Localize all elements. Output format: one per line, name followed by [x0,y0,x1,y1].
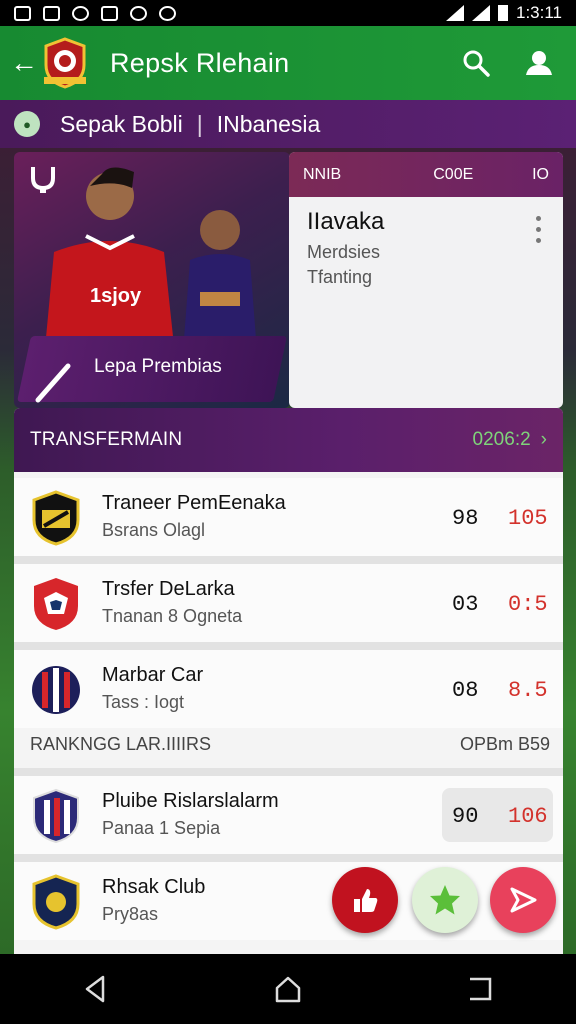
club-name: Rhsak Club [102,876,206,898]
divider [14,854,563,862]
stat-value-highlight: 105 [508,506,548,531]
divider [14,556,563,564]
club-crest-icon [32,874,80,930]
back-icon[interactable] [81,974,111,1004]
stat-value: 08 [452,678,479,703]
home-icon[interactable] [273,974,303,1004]
app-bar: ← Repsk Rlehain [0,26,576,100]
chevron-right-icon: › [540,429,547,450]
info-head-col-1: NNIB [303,165,342,183]
info-subtitle: Merdsies [307,242,381,262]
hero-caption: Lepa Prembias [94,356,222,377]
send-icon [510,887,537,913]
info-head-col-3: IO [532,165,549,183]
gallery-icon [43,5,60,21]
favorite-button[interactable] [412,867,478,933]
transfer-link-text: 0206:2 [472,429,531,450]
list-item[interactable]: Marbar Car Tass : Iogt 08 8.5 [14,650,563,728]
info-name: IIavaka [307,208,385,235]
thumbs-up-icon [354,889,378,912]
status-bar: 1:3:11 [0,0,576,26]
club-detail: Tnanan 8 Ogneta [102,606,243,626]
league-badge-icon: ● [14,111,40,137]
status-time: 1:3:11 [515,3,562,22]
league-bar[interactable]: ● Sepak Bobli | INbanesia [0,100,576,148]
info-card-header: NNIB C00E IO [289,152,563,197]
divider [14,642,563,650]
club-detail: Pry8as [102,904,159,924]
feather-icon [35,363,71,403]
club-logo [44,37,86,89]
stat-value-highlight: 0:5 [508,592,548,617]
cup-icon [31,167,55,193]
club-crest-icon [34,578,78,630]
system-nav-bar [0,954,576,1024]
list-item[interactable]: Pluibe Rislarslalarm Panaa 1 Sepia 90 10… [14,776,563,854]
more-options-icon[interactable] [536,216,541,243]
list-item[interactable]: Traneer PemEenaka Bsrans Olagl 98 105 [14,478,563,556]
list-item[interactable]: Rhsak Club Pry8as [14,862,563,940]
club-crest-icon [32,490,80,546]
club-crest-icon [33,788,79,844]
divider [14,768,563,776]
settings-icon [72,5,89,21]
club-name: Marbar Car [102,664,204,686]
club-name: Trsfer DeLarka [102,578,235,600]
info-head-col-2: C00E [433,165,474,183]
share-button[interactable] [490,867,556,933]
club-detail: Panaa 1 Sepia [102,818,221,838]
stat-value-highlight: 106 [508,804,548,829]
star-icon [430,885,460,915]
club-name: Pluibe Rislarslalarm [102,790,279,812]
transfer-panel: TRANSFERMAIN 0206:2 › Traneer PemEenaka … [14,408,563,954]
ranking-right: OPBm B59 [459,734,550,754]
club-detail: Tass : Iogt [102,692,185,712]
wifi-icon [445,5,464,21]
search-icon[interactable] [462,49,490,77]
club-crest-icon [32,666,80,714]
ranking-label: RANKNGG LAR.IIIIRS [30,734,212,754]
like-button[interactable] [332,867,398,933]
sync-icon [159,5,176,21]
stat-value: 98 [452,506,479,531]
recents-icon[interactable] [465,974,495,1004]
stat-value: 03 [452,592,479,617]
club-detail: Bsrans Olagl [102,520,206,540]
league-country: INbanesia [216,110,321,137]
photo-icon [101,5,118,21]
ranking-header: RANKNGG LAR.IIIIRS OPBm B59 [30,734,550,755]
image-icon [14,5,31,21]
club-name: Traneer PemEenaka [102,492,286,514]
stat-value-highlight: 8.5 [508,678,548,703]
jersey-text: 1sjoy [90,285,142,307]
league-name: Sepak Bobli [60,110,183,137]
app-title: Repsk Rlehain [110,47,290,78]
list-item[interactable]: Trsfer DeLarka Tnanan 8 Ogneta 03 0:5 [14,564,563,642]
transfer-header: TRANSFERMAIN 0206:2 › [14,408,563,472]
info-card[interactable]: NNIB C00E IO IIavaka Merdsies Tfanting [289,152,563,408]
gear-icon [130,5,147,21]
league-separator: | [196,110,203,137]
profile-icon[interactable] [524,49,554,77]
transfer-title: TRANSFERMAIN [30,429,183,450]
back-arrow-icon[interactable]: ← [10,47,38,79]
info-detail: Tfanting [307,267,373,287]
battery-icon [497,5,508,21]
stat-value: 90 [452,804,479,829]
transfer-link[interactable]: 0206:2 › [473,429,547,451]
signal-icon [471,5,490,21]
